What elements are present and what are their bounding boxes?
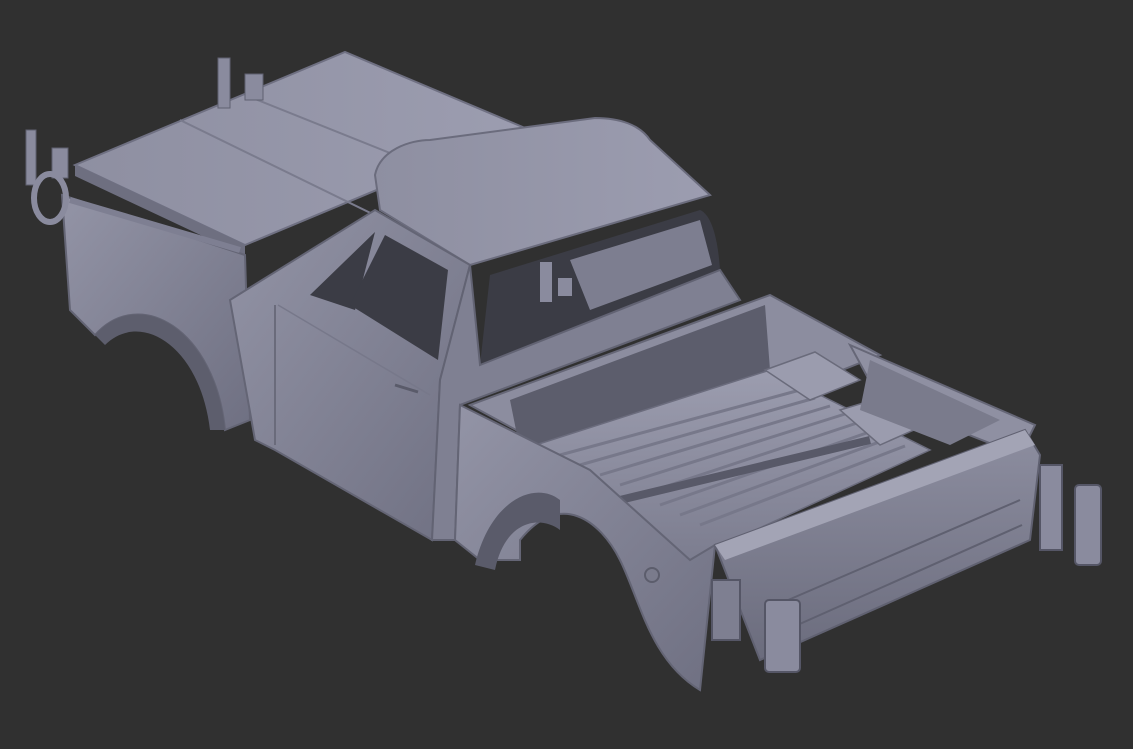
tail-light-right [1039, 464, 1102, 566]
truck-body-model [25, 50, 1102, 692]
3d-viewport[interactable] [0, 0, 1133, 749]
